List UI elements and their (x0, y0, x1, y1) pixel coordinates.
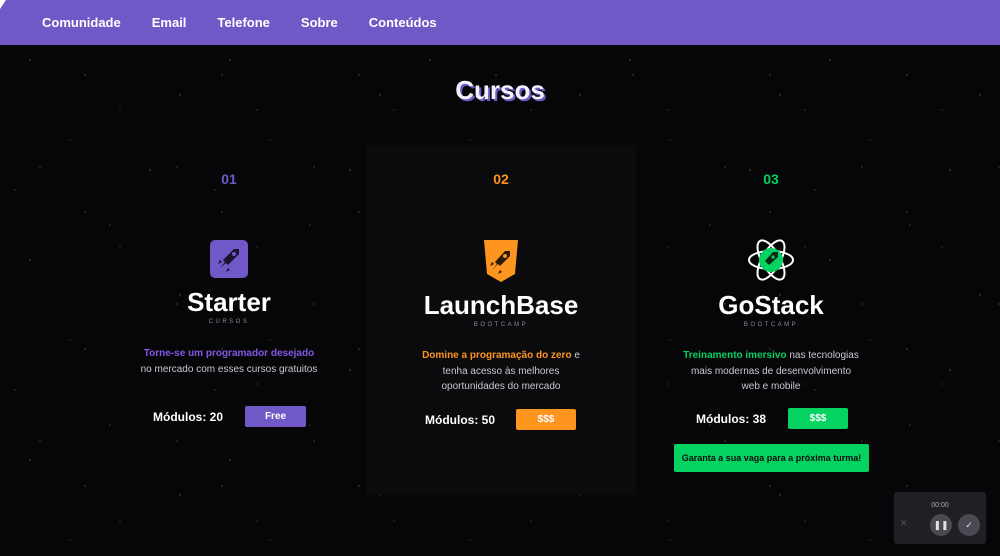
nav-link-conteudos[interactable]: Conteúdos (369, 15, 437, 30)
course-subtitle: BOOTCAMP (743, 322, 799, 328)
course-name: LaunchBase (423, 290, 579, 320)
course-description: Torne-se um programador desejado no merc… (140, 346, 318, 377)
description-text: no mercado com esses cursos gratuitos (140, 363, 318, 375)
card-number: 03 (763, 171, 779, 187)
nav-link-sobre[interactable]: Sobre (301, 15, 338, 30)
check-icon[interactable]: ✓ (958, 514, 980, 536)
course-name: GoStack (718, 290, 824, 320)
rocket-square-icon (210, 240, 248, 283)
page-title: Cursos (455, 75, 545, 105)
nav-link-email[interactable]: Email (152, 15, 187, 30)
modules-count: Módulos: 20 (153, 410, 224, 424)
close-icon[interactable]: ✕ (900, 518, 908, 529)
mouse-cursor-icon (0, 0, 6, 9)
pause-icon[interactable]: ❚❚ (930, 514, 952, 536)
modules-count: Módulos: 50 (425, 413, 496, 427)
card-number: 02 (493, 171, 509, 187)
modules-count: Módulos: 38 (696, 412, 767, 426)
nav-link-comunidade[interactable]: Comunidade (42, 15, 121, 30)
course-description: Treinamento imersivo nas tecnologias mai… (682, 348, 860, 395)
price-button[interactable]: Free (245, 406, 306, 427)
card-number: 01 (221, 171, 237, 187)
enroll-cta-button[interactable]: Garanta a sua vaga para a próxima turma! (674, 444, 869, 472)
course-card-gostack: 03 GoStack BOOTCAMP Treinamento imersivo… (636, 145, 906, 495)
description-highlight: Torne-se um programador desejado (143, 348, 315, 359)
top-navbar: Comunidade Email Telefone Sobre Conteúdo… (0, 0, 1000, 45)
nav-link-telefone[interactable]: Telefone (217, 15, 270, 30)
course-name: Starter (187, 287, 271, 317)
price-button[interactable]: $$$ (516, 409, 576, 430)
description-highlight: Domine a programação do zero (422, 350, 572, 361)
rocket-shield-icon (483, 240, 519, 287)
course-subtitle: CURSOS (208, 319, 250, 325)
media-player-widget: 00:00 ✕ ❚❚ ✓ (894, 492, 986, 544)
rocket-atom-icon (747, 238, 795, 287)
course-card-launchbase: 02 LaunchBase BOOTCAMP Domine a programa… (366, 145, 636, 495)
price-button[interactable]: $$$ (788, 408, 848, 429)
description-highlight: Treinamento imersivo (683, 350, 787, 361)
course-subtitle: BOOTCAMP (473, 322, 529, 328)
course-description: Domine a programação do zero e tenha ace… (412, 348, 590, 395)
course-card-starter: 01 Starter CURSOS Torne-se um programado… (94, 145, 364, 495)
player-time: 00:00 (931, 502, 949, 509)
